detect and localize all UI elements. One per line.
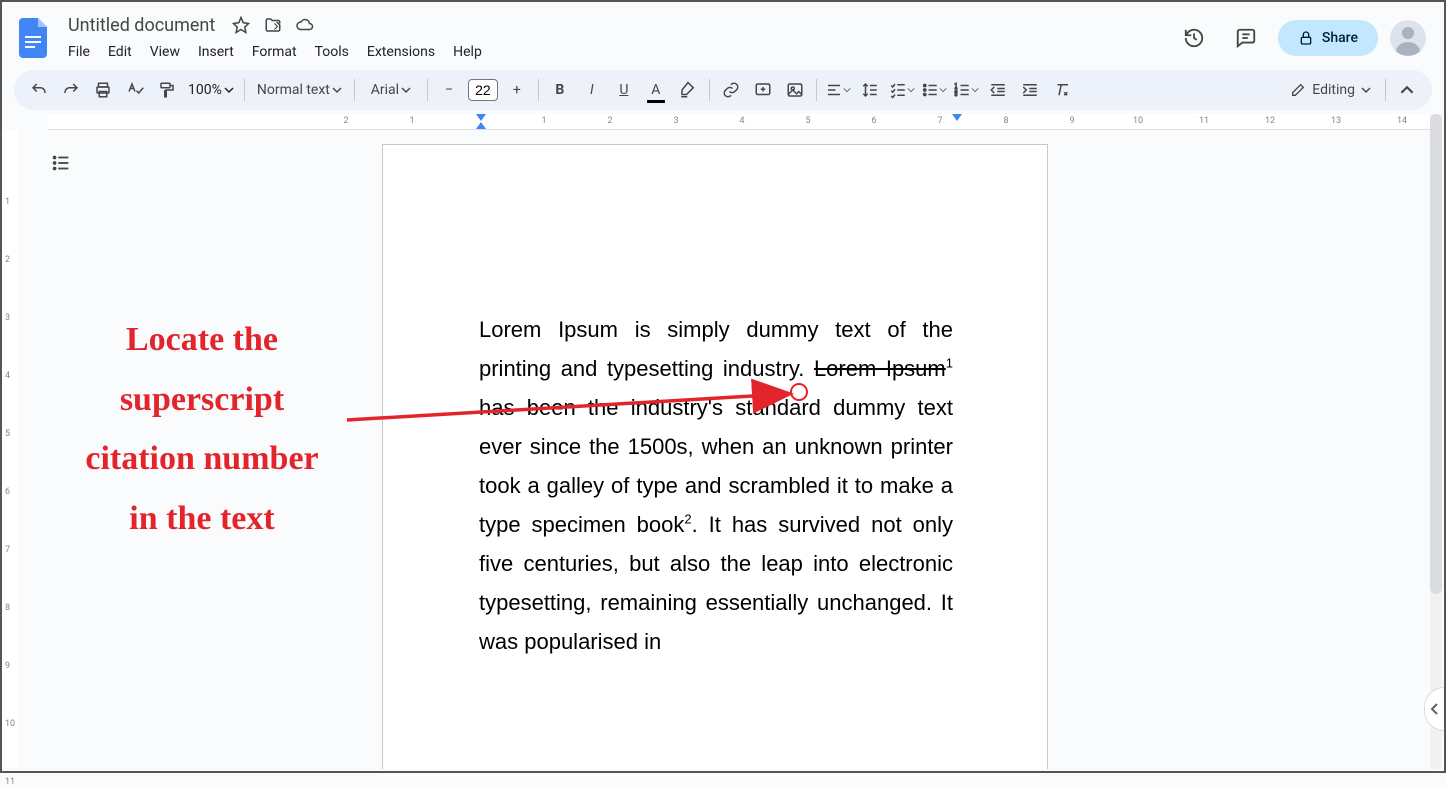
indent-decrease-button[interactable] [983, 75, 1013, 105]
caret-down-icon [843, 86, 851, 94]
underline-button[interactable]: U [609, 75, 639, 105]
numbered-list-button[interactable]: 123 [951, 75, 981, 105]
align-button[interactable] [823, 75, 853, 105]
menu-view[interactable]: View [142, 40, 188, 64]
editing-mode-select[interactable]: Editing [1282, 75, 1379, 105]
history-icon[interactable] [1174, 18, 1214, 58]
avatar[interactable] [1390, 20, 1426, 56]
first-line-indent-marker[interactable] [476, 114, 486, 121]
cloud-status-icon[interactable] [293, 13, 317, 37]
menu-format[interactable]: Format [244, 40, 305, 64]
titlebar: Untitled document File Edit View Insert … [2, 2, 1444, 66]
page[interactable]: Lorem Ipsum is simply dummy text of the … [382, 144, 1048, 769]
caret-down-icon [1361, 85, 1371, 95]
highlight-button[interactable] [673, 75, 703, 105]
vertical-ruler[interactable]: 1234567891011 [2, 130, 18, 767]
collapse-toolbar-button[interactable] [1392, 75, 1422, 105]
caret-down-icon [939, 86, 947, 94]
lock-icon [1298, 30, 1314, 46]
footnote-ref-2[interactable]: 2 [684, 511, 691, 526]
caret-down-icon [907, 86, 915, 94]
bulleted-list-button[interactable] [919, 75, 949, 105]
menubar: File Edit View Insert Format Tools Exten… [58, 40, 1174, 64]
font-select[interactable]: Arial [361, 75, 421, 105]
toolbar: 100% Normal text Arial − + B I U A 123 E… [14, 70, 1432, 110]
right-indent-marker[interactable] [952, 114, 962, 121]
pencil-icon [1290, 82, 1306, 98]
footnote-ref-1[interactable]: 1 [946, 356, 953, 371]
svg-text:3: 3 [954, 92, 957, 98]
fontsize-input[interactable] [468, 79, 498, 101]
fontsize-increase[interactable]: + [502, 75, 532, 105]
clear-format-button[interactable] [1047, 75, 1077, 105]
strikethrough-text: Lorem Ipsum [814, 356, 946, 381]
image-button[interactable] [780, 75, 810, 105]
spellcheck-button[interactable] [120, 75, 150, 105]
text-color-button[interactable]: A [641, 75, 671, 105]
zoom-select[interactable]: 100% [184, 75, 238, 105]
comment-add-button[interactable] [748, 75, 778, 105]
share-label: Share [1322, 30, 1358, 46]
link-button[interactable] [716, 75, 746, 105]
caret-down-icon [224, 85, 234, 95]
comments-icon[interactable] [1226, 18, 1266, 58]
checklist-button[interactable] [887, 75, 917, 105]
menu-file[interactable]: File [60, 40, 98, 64]
horizontal-ruler[interactable]: 21123456789101112131415 [48, 114, 1430, 130]
undo-button[interactable] [24, 75, 54, 105]
paint-format-button[interactable] [152, 75, 182, 105]
document-outline-button[interactable] [46, 148, 76, 178]
redo-button[interactable] [56, 75, 86, 105]
line-spacing-button[interactable] [855, 75, 885, 105]
paragraph-style-select[interactable]: Normal text [251, 75, 348, 105]
vertical-scrollbar[interactable] [1430, 114, 1442, 769]
share-button[interactable]: Share [1278, 20, 1378, 56]
document-body-text[interactable]: Lorem Ipsum is simply dummy text of the … [479, 311, 953, 661]
menu-tools[interactable]: Tools [307, 40, 357, 64]
bold-button[interactable]: B [545, 75, 575, 105]
left-indent-marker[interactable] [476, 122, 486, 129]
docs-logo[interactable] [14, 18, 54, 58]
italic-button[interactable]: I [577, 75, 607, 105]
annotation-circle [790, 383, 808, 401]
document-title[interactable]: Untitled document [62, 13, 221, 38]
indent-increase-button[interactable] [1015, 75, 1045, 105]
annotation-text: Locate the superscript citation number i… [52, 310, 352, 548]
caret-down-icon [971, 86, 979, 94]
scrollbar-thumb[interactable] [1430, 114, 1442, 594]
print-button[interactable] [88, 75, 118, 105]
caret-down-icon [401, 85, 411, 95]
caret-down-icon [332, 85, 342, 95]
menu-help[interactable]: Help [445, 40, 490, 64]
menu-insert[interactable]: Insert [190, 40, 242, 64]
star-icon[interactable] [229, 13, 253, 37]
menu-extensions[interactable]: Extensions [359, 40, 443, 64]
move-icon[interactable] [261, 13, 285, 37]
menu-edit[interactable]: Edit [100, 40, 140, 64]
fontsize-decrease[interactable]: − [434, 75, 464, 105]
